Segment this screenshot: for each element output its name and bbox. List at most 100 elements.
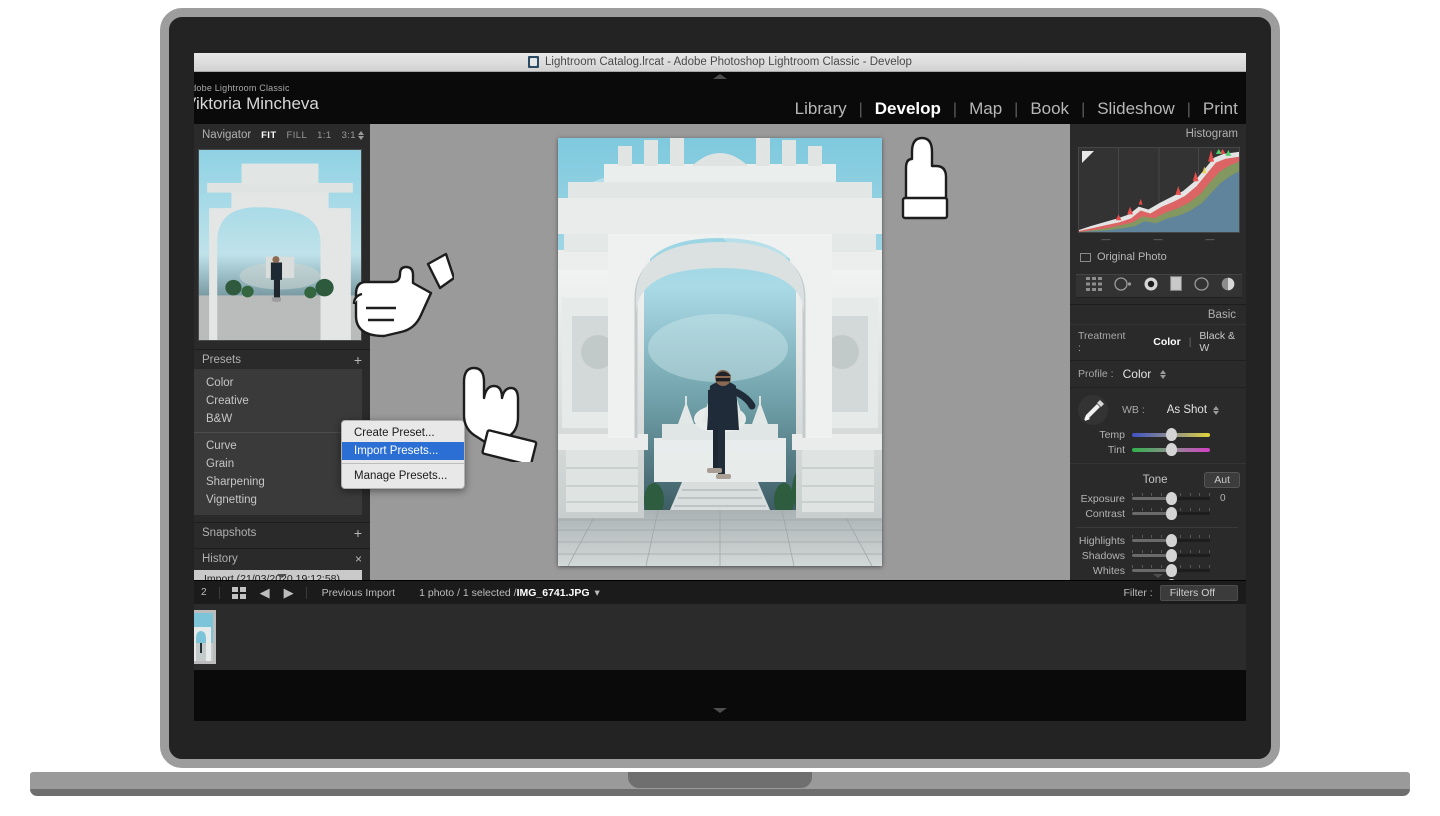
preset-group-color[interactable]: Color <box>194 374 362 392</box>
slider-track-shadows[interactable] <box>1132 554 1210 557</box>
filmstrip-thumb-badge[interactable]: 2 <box>194 587 214 598</box>
profile-stepper-icon[interactable] <box>1160 370 1166 379</box>
context-menu-item-import-presets[interactable]: Import Presets... <box>342 442 464 460</box>
masking-icon[interactable] <box>1170 276 1182 296</box>
snapshots-title: Snapshots <box>202 527 354 539</box>
crop-overlay-icon[interactable] <box>1086 277 1102 296</box>
context-menu-item-create-preset[interactable]: Create Preset... <box>342 424 464 442</box>
bottom-panel-collapse-arrow[interactable] <box>713 708 727 713</box>
filmstrip-selection-count: 1 photo / 1 selected / <box>405 587 516 599</box>
go-back-icon[interactable]: ◀ <box>253 585 277 601</box>
slider-track-tint[interactable] <box>1132 448 1210 452</box>
snapshots-add-button[interactable]: + <box>354 527 362 539</box>
identity-plate[interactable]: Adobe Lightroom Classic Viktoria Minchev… <box>194 82 319 114</box>
module-book[interactable]: Book <box>1018 99 1081 119</box>
red-eye-icon[interactable] <box>1144 277 1158 296</box>
navigator-zoom-fit[interactable]: FIT <box>261 130 276 141</box>
treatment-color-option[interactable]: Color <box>1153 336 1180 348</box>
treatment-separator: | <box>1189 336 1192 348</box>
history-clear-button[interactable]: × <box>355 552 362 566</box>
work-area: Navigator FITFILL1:13:1 <box>194 124 1246 651</box>
identity-line-1: Adobe Lightroom Classic <box>194 82 319 94</box>
slider-label-temp: Temp <box>1070 429 1132 441</box>
navigator-zoom-stepper[interactable] <box>358 131 364 140</box>
white-balance-row: WB : As Shot <box>1070 388 1246 427</box>
profile-row: Profile : Color <box>1070 361 1246 388</box>
module-develop[interactable]: Develop <box>863 99 953 119</box>
module-library[interactable]: Library <box>783 99 859 119</box>
original-photo-row[interactable]: Original Photo <box>1070 243 1246 270</box>
original-photo-checkbox[interactable] <box>1080 253 1091 262</box>
slider-knob-shadows[interactable] <box>1166 549 1177 562</box>
presets-title: Presets <box>202 354 354 366</box>
slider-track-temp[interactable] <box>1132 433 1210 437</box>
module-slideshow[interactable]: Slideshow <box>1085 99 1187 119</box>
slider-label-exposure: Exposure <box>1070 493 1132 505</box>
preset-group-bandw[interactable]: B&W <box>194 410 362 428</box>
window-title: Lightroom Catalog.lrcat - Adobe Photosho… <box>545 56 912 68</box>
radial-filter-icon[interactable] <box>1194 277 1209 296</box>
module-map[interactable]: Map <box>957 99 1014 119</box>
preset-group-vignetting[interactable]: Vignetting <box>194 491 362 509</box>
slider-row-tint: Tint <box>1070 442 1246 457</box>
slider-track-exposure[interactable] <box>1132 497 1210 500</box>
spot-removal-icon[interactable] <box>1114 277 1132 296</box>
window-titlebar: Lightroom Catalog.lrcat - Adobe Photosho… <box>194 53 1246 72</box>
filmstrip-source[interactable]: Previous Import <box>312 587 406 599</box>
histogram-title: Histogram <box>1186 128 1238 140</box>
filmstrip-filename[interactable]: IMG_6741.JPG <box>517 587 590 599</box>
slider-value-exposure[interactable]: 0 <box>1220 493 1242 504</box>
top-panel-collapse-arrow[interactable] <box>713 74 727 79</box>
slider-track-highlights[interactable] <box>1132 539 1210 542</box>
preset-group-sharpening[interactable]: Sharpening <box>194 473 362 491</box>
navigator-preview[interactable] <box>198 149 362 341</box>
preset-group-creative[interactable]: Creative <box>194 392 362 410</box>
left-panel-collapse-arrow[interactable] <box>277 574 287 578</box>
tone-divider <box>1076 527 1238 528</box>
main-photo[interactable] <box>558 138 882 566</box>
slider-row-highlights: Highlights <box>1070 533 1246 548</box>
navigator-zoom-1-1[interactable]: 1:1 <box>317 130 331 141</box>
context-menu-item-manage-presets[interactable]: Manage Presets... <box>342 467 464 485</box>
treatment-label: Treatment : <box>1078 330 1129 354</box>
navigator-zoom-3-1[interactable]: 3:1 <box>342 130 356 141</box>
lightroom-window: Lightroom Catalog.lrcat - Adobe Photosho… <box>194 53 1246 721</box>
auto-tone-button[interactable]: Aut <box>1204 472 1240 488</box>
navigator-zoom-fill[interactable]: FILL <box>287 130 308 141</box>
wb-stepper-icon[interactable] <box>1213 406 1219 415</box>
go-forward-icon[interactable]: ▶ <box>277 585 301 601</box>
slider-knob-contrast[interactable] <box>1166 507 1177 520</box>
filmstrip-filename-caret-icon[interactable]: ▾ <box>590 587 600 599</box>
slider-knob-exposure[interactable] <box>1166 492 1177 505</box>
slider-knob-temp[interactable] <box>1166 428 1177 441</box>
wb-value[interactable]: As Shot <box>1167 404 1207 416</box>
identity-module-bar: Adobe Lightroom Classic Viktoria Minchev… <box>194 72 1246 124</box>
slider-track-contrast[interactable] <box>1132 512 1210 515</box>
preset-group-curve[interactable]: Curve <box>194 437 362 455</box>
histogram-shadow-clip-icon[interactable] <box>1082 151 1094 163</box>
right-panel-collapse-arrow[interactable] <box>1153 574 1163 578</box>
slider-track-whites[interactable] <box>1132 569 1210 572</box>
histogram-axis-marks: ——— <box>1070 233 1246 243</box>
filter-value[interactable]: Filters Off <box>1160 585 1238 601</box>
treatment-bw-option[interactable]: Black & W <box>1199 330 1246 354</box>
filmstrip-thumbnail[interactable] <box>194 610 216 664</box>
presets-add-button[interactable]: + <box>354 354 362 366</box>
graduated-filter-icon[interactable] <box>1221 277 1235 296</box>
filmstrip <box>194 604 1246 670</box>
slider-knob-tint[interactable] <box>1166 443 1177 456</box>
navigator-zoom-levels: FIT FILL 1:1 3:1 <box>261 130 356 141</box>
module-print[interactable]: Print <box>1191 99 1246 119</box>
slider-knob-whites[interactable] <box>1166 564 1177 577</box>
snapshots-header: Snapshots + <box>194 522 370 542</box>
profile-value[interactable]: Color <box>1123 367 1152 381</box>
filmstrip-divider-1 <box>219 587 220 599</box>
slider-knob-highlights[interactable] <box>1166 534 1177 547</box>
slider-label-contrast: Contrast <box>1070 508 1132 520</box>
wb-label: WB : <box>1122 404 1145 416</box>
eyedropper-icon[interactable] <box>1078 395 1108 425</box>
preset-group-grain[interactable]: Grain <box>194 455 362 473</box>
histogram-graph[interactable] <box>1078 147 1240 233</box>
grid-view-icon[interactable] <box>225 587 253 599</box>
presets-context-menu[interactable]: Create Preset...Import Presets... Manage … <box>341 420 465 489</box>
